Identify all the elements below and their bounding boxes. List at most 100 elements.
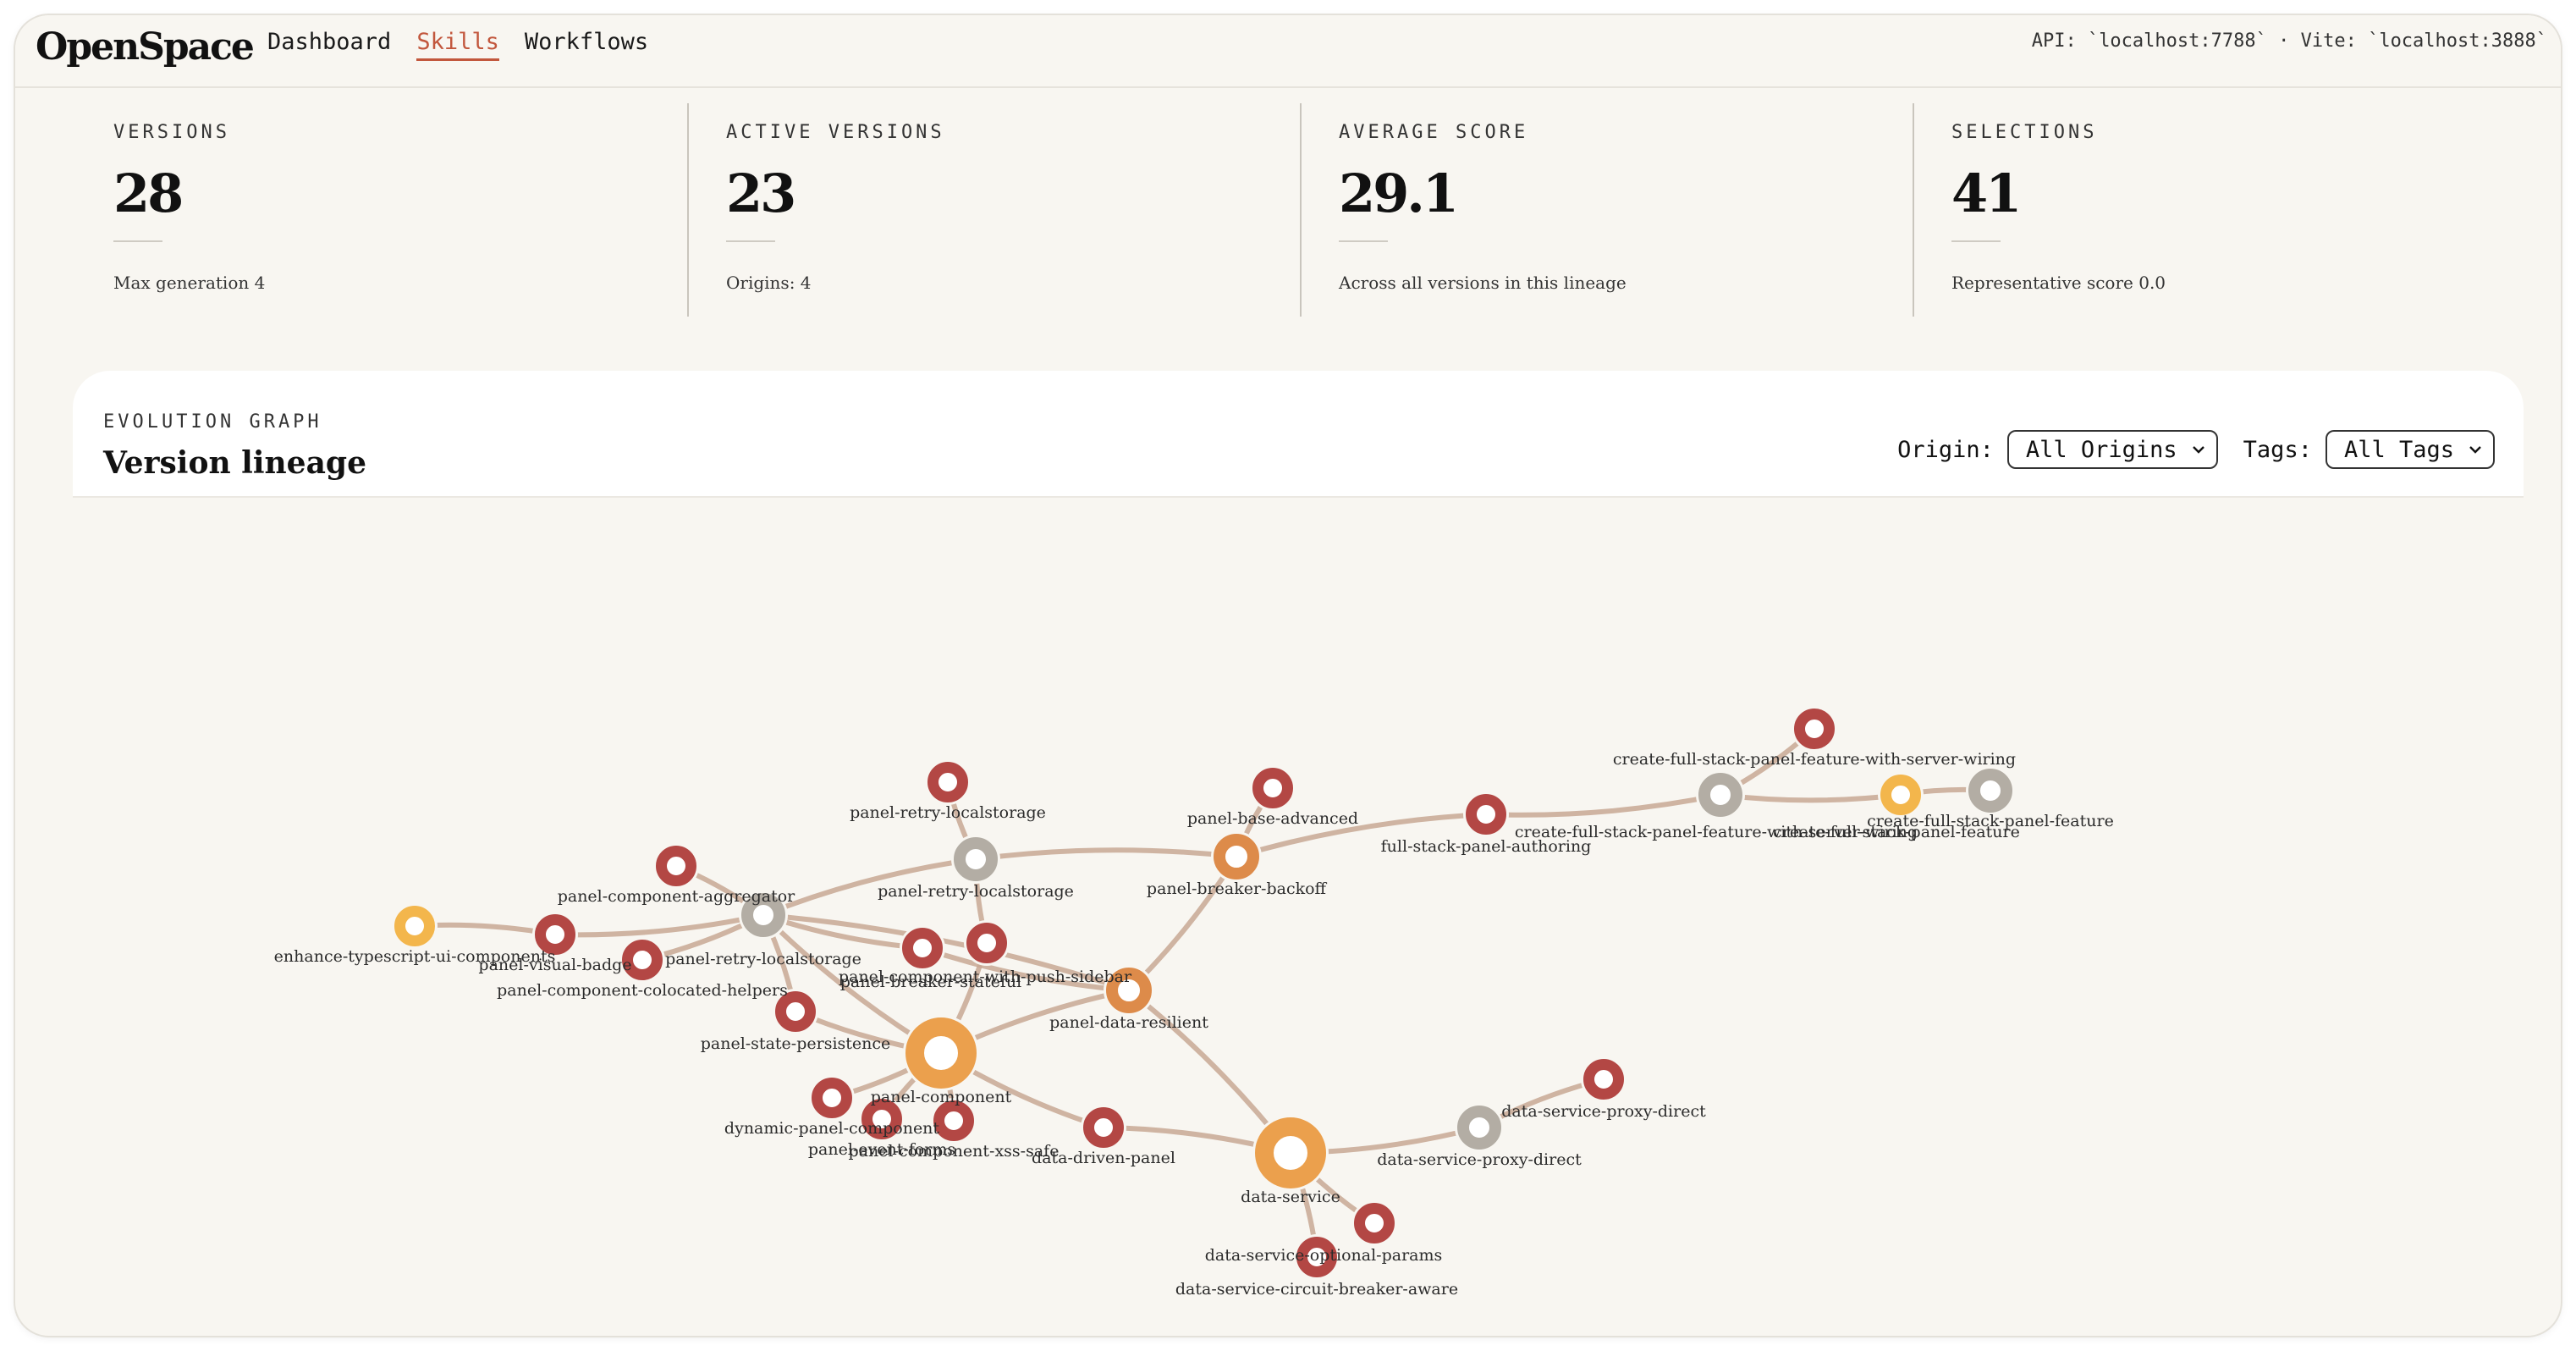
node-ring [1466, 794, 1506, 835]
graph-node[interactable] [1696, 770, 1745, 819]
graph-node[interactable] [1581, 1056, 1627, 1102]
nav-workflows[interactable]: Workflows [525, 29, 648, 61]
stat-divider [113, 240, 162, 242]
graph-node-label: panel-component-xss-safe [849, 1142, 1060, 1161]
graph-node-label: panel-component-aggregator [558, 887, 795, 906]
nav-dashboard[interactable]: Dashboard [267, 29, 391, 61]
graph-node[interactable] [653, 843, 699, 889]
graph-node[interactable] [903, 1015, 979, 1091]
node-ring [966, 923, 1007, 963]
node-ring [394, 906, 435, 946]
graph-node[interactable] [1351, 1200, 1397, 1246]
graph-edge [1720, 792, 1902, 803]
lineage-graph[interactable]: enhance-typescript-ui-components panel-vi… [73, 498, 2524, 1336]
labels-layer: enhance-typescript-ui-componentspanel-vi… [274, 750, 2114, 1299]
origin-select[interactable]: All Origins [2006, 430, 2218, 469]
origin-select-value: All Origins [2025, 436, 2177, 463]
chevron-down-icon [2469, 446, 2481, 454]
graph-node[interactable] [1252, 1115, 1329, 1191]
chevron-down-icon [2192, 446, 2204, 454]
graph-edge [1126, 855, 1239, 993]
graph-node-label: create-full-stack-panel-feature-with-ser… [1613, 750, 2016, 769]
graph-node-label: data-service-optional-params [1205, 1246, 1443, 1265]
graph-node-label: panel-base-advanced [1187, 809, 1358, 828]
app-window: OpenSpace Dashboard Skills Workflows API… [15, 15, 2561, 1336]
node-ring [1698, 773, 1742, 817]
graph-node[interactable] [925, 759, 971, 805]
graph-node-label: panel-retry-localstorage [850, 803, 1046, 822]
graph-node-label: data-service-proxy-direct [1501, 1102, 1706, 1121]
main-nav: Dashboard Skills Workflows [267, 29, 648, 61]
node-ring [1083, 1107, 1124, 1148]
node-ring [535, 914, 575, 955]
graph-node-label: panel-breaker-backoff [1147, 880, 1328, 898]
node-ring [1880, 775, 1921, 815]
graph-node[interactable] [392, 903, 438, 949]
panel-header: EVOLUTION GRAPH Version lineage Origin: … [73, 371, 2524, 498]
node-ring [1794, 709, 1835, 749]
node-ring [622, 940, 663, 980]
graph-node[interactable] [1211, 831, 1262, 882]
graph-node-label: panel-retry-localstorage [665, 950, 861, 968]
node-ring [1255, 1117, 1326, 1188]
node-ring [927, 762, 968, 802]
node-ring [775, 991, 816, 1032]
graph-node[interactable] [900, 925, 945, 971]
stat-divider [1339, 240, 1388, 242]
graph-node-label: panel-component-colocated-helpers [497, 981, 788, 1000]
lineage-graph-canvas[interactable]: enhance-typescript-ui-componentspanel-vi… [73, 498, 2524, 1336]
graph-filters: Origin: All Origins Tags: All Tags [1897, 430, 2495, 469]
graph-edge [975, 847, 1237, 862]
stat-label: SELECTIONS [1951, 122, 2098, 143]
graph-node[interactable] [1463, 791, 1509, 837]
stat-value: 28 [113, 163, 184, 224]
panel-eyebrow: EVOLUTION GRAPH [103, 411, 322, 433]
stat-selections: SELECTIONS 41 Representative score 0.0 [1913, 103, 2525, 317]
graph-node[interactable] [1878, 772, 1924, 818]
graph-node-label: panel-retry-localstorage [878, 882, 1074, 901]
stat-note: Representative score 0.0 [1951, 273, 2166, 293]
graph-node-label: data-service-proxy-direct [1377, 1150, 1582, 1169]
api-endpoint-info: API: `localhost:7788` · Vite: `localhost… [2031, 30, 2547, 52]
node-ring [1968, 769, 2012, 813]
graph-node[interactable] [1792, 706, 1837, 752]
stat-divider [1951, 240, 2001, 242]
graph-node-label: dynamic-panel-component [724, 1119, 939, 1138]
graph-node[interactable] [1250, 765, 1296, 811]
app-logo[interactable]: OpenSpace [36, 25, 255, 69]
stat-note: Across all versions in this lineage [1339, 273, 1627, 293]
graph-node[interactable] [1081, 1105, 1126, 1150]
graph-edge [1485, 792, 1721, 818]
node-ring [656, 846, 696, 886]
stat-value: 29.1 [1339, 163, 1459, 224]
tags-select[interactable]: All Tags [2325, 430, 2495, 469]
graph-node-label: panel-state-persistence [701, 1034, 891, 1053]
stat-label: VERSIONS [113, 122, 230, 143]
graph-node[interactable] [964, 920, 1010, 966]
node-ring [812, 1078, 852, 1118]
node-ring [1354, 1203, 1395, 1243]
top-header: OpenSpace Dashboard Skills Workflows API… [15, 15, 2561, 88]
graph-node-label: panel-visual-badge [478, 956, 631, 974]
stat-label: AVERAGE SCORE [1339, 122, 1529, 143]
graph-node[interactable] [1455, 1103, 1504, 1152]
node-ring [1252, 768, 1293, 808]
node-ring [902, 928, 943, 968]
stat-active-versions: ACTIVE VERSIONS 23 Origins: 4 [687, 103, 1300, 317]
graph-node-label: data-service [1241, 1188, 1340, 1206]
stat-average-score: AVERAGE SCORE 29.1 Across all versions i… [1300, 103, 1913, 317]
graph-node[interactable] [809, 1075, 855, 1121]
node-ring [954, 837, 998, 881]
graph-node-label: data-driven-panel [1032, 1149, 1175, 1167]
graph-node-label: panel-component [871, 1088, 1012, 1106]
graph-node[interactable] [951, 835, 1000, 884]
stat-label: ACTIVE VERSIONS [726, 122, 945, 143]
nav-skills[interactable]: Skills [416, 29, 499, 61]
evolution-graph-panel: EVOLUTION GRAPH Version lineage Origin: … [73, 371, 2524, 1336]
graph-node[interactable] [1966, 766, 2015, 815]
origin-filter-label: Origin: [1897, 436, 1994, 463]
graph-node-label: panel-component-with-push-sidebar [839, 968, 1132, 986]
node-ring [905, 1017, 977, 1089]
stat-versions: VERSIONS 28 Max generation 4 [113, 103, 697, 317]
node-ring [1583, 1059, 1624, 1100]
